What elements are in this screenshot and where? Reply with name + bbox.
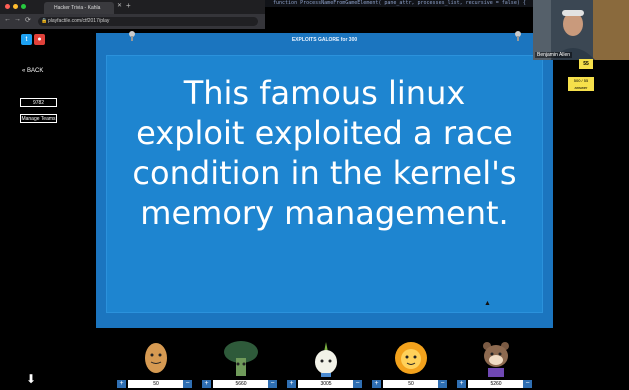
score-value[interactable]: 50 — [383, 380, 439, 388]
pin-icon — [129, 31, 135, 41]
presenter-name: Benjamin Allen — [535, 52, 573, 58]
window-close-dot[interactable] — [5, 4, 10, 9]
timer-field[interactable]: 9782 — [20, 98, 57, 107]
team-slot: + 3005 − — [287, 336, 365, 390]
score-control: + 5260 − — [457, 380, 535, 388]
browser-tab[interactable]: Hacker Trivia - Kahla — [44, 2, 114, 14]
points-badge: 55 — [579, 59, 593, 69]
address-bar[interactable]: 🔒 playfactile.com/ctf2017/play — [38, 17, 258, 26]
bottom-left-area — [0, 336, 15, 390]
score-plus-button[interactable]: + — [372, 380, 381, 388]
lock-icon: 🔒 — [41, 18, 48, 24]
nav-bar: ← → ⟳ 🔒 playfactile.com/ctf2017/play — [0, 14, 265, 29]
question-line: condition in the kernel's — [132, 154, 517, 192]
browser-chrome: Hacker Trivia - Kahla ✕ + ← → ⟳ 🔒 playfa… — [0, 0, 265, 29]
score-plus-button[interactable]: + — [202, 380, 211, 388]
code-editor-strip: function ProcessNameFromGameElement( pan… — [265, 0, 535, 7]
tab-title: Hacker Trivia - Kahla — [54, 5, 101, 11]
back-arrow-icon[interactable]: ← — [4, 16, 11, 23]
score-minus-button[interactable]: − — [183, 380, 192, 388]
score-minus-button[interactable]: − — [438, 380, 447, 388]
window-zoom-dot[interactable] — [21, 4, 26, 9]
window-minimize-dot[interactable] — [13, 4, 18, 9]
team-slot: + 50 − — [117, 336, 195, 390]
webcam-overlay: Benjamin Allen — [533, 0, 629, 60]
question-text: This famous linux exploit exploited a ra… — [106, 73, 543, 233]
down-arrow-icon[interactable]: ⬇ — [24, 372, 38, 386]
answer-badge-line: answer — [574, 85, 588, 90]
hamster-icon — [483, 342, 509, 377]
mouse-cursor-icon: ▲ — [484, 300, 491, 307]
question-line: exploit exploited a race — [136, 114, 513, 152]
back-button[interactable]: « BACK — [22, 68, 43, 74]
team-slot: + 50 − — [372, 336, 450, 390]
question-line: memory management. — [140, 194, 509, 232]
broccoli-icon — [224, 341, 258, 376]
question-line: This famous linux — [183, 74, 466, 112]
score-control: + 50 − — [117, 380, 195, 388]
presenter-image — [533, 0, 629, 60]
share-icon[interactable]: ● — [34, 34, 45, 45]
close-tab-icon[interactable]: ✕ — [117, 2, 122, 9]
score-value[interactable]: 3005 — [298, 380, 354, 388]
team-slot: + 5660 − — [202, 336, 280, 390]
score-minus-button[interactable]: − — [268, 380, 277, 388]
left-panel — [15, 29, 97, 336]
team-slot: + 5260 − — [457, 336, 535, 390]
score-value[interactable]: 5660 — [213, 380, 269, 388]
new-tab-icon[interactable]: + — [126, 1, 131, 10]
onion-icon — [315, 342, 337, 377]
reload-icon[interactable]: ⟳ — [25, 16, 31, 24]
score-value[interactable]: 50 — [128, 380, 184, 388]
score-control: + 3005 − — [287, 380, 365, 388]
score-value[interactable]: 5260 — [468, 380, 524, 388]
stage-title: EXPLOITS GALORE for 300 — [291, 37, 358, 43]
twitter-icon[interactable]: t — [21, 34, 32, 45]
score-plus-button[interactable]: + — [117, 380, 126, 388]
score-control: + 5660 − — [202, 380, 280, 388]
answer-badge-line: 500 / 55 — [573, 78, 589, 83]
forward-arrow-icon[interactable]: → — [14, 16, 21, 23]
tab-strip: Hacker Trivia - Kahla ✕ + — [0, 0, 265, 14]
answer-badge[interactable]: 500 / 55 answer — [568, 77, 594, 91]
question-stage: EXPLOITS GALORE for 300 This famous linu… — [96, 31, 553, 328]
manage-teams-button[interactable]: Manage Teams — [20, 114, 57, 123]
lion-icon — [395, 342, 427, 374]
pin-icon — [515, 31, 521, 41]
url-text: playfactile.com/ctf2017/play — [48, 18, 110, 24]
potato-icon — [145, 343, 167, 373]
score-plus-button[interactable]: + — [457, 380, 466, 388]
score-plus-button[interactable]: + — [287, 380, 296, 388]
score-control: + 50 − — [372, 380, 450, 388]
score-minus-button[interactable]: − — [353, 380, 362, 388]
code-text: function ProcessNameFromGameElement( pan… — [273, 0, 526, 6]
score-minus-button[interactable]: − — [523, 380, 532, 388]
